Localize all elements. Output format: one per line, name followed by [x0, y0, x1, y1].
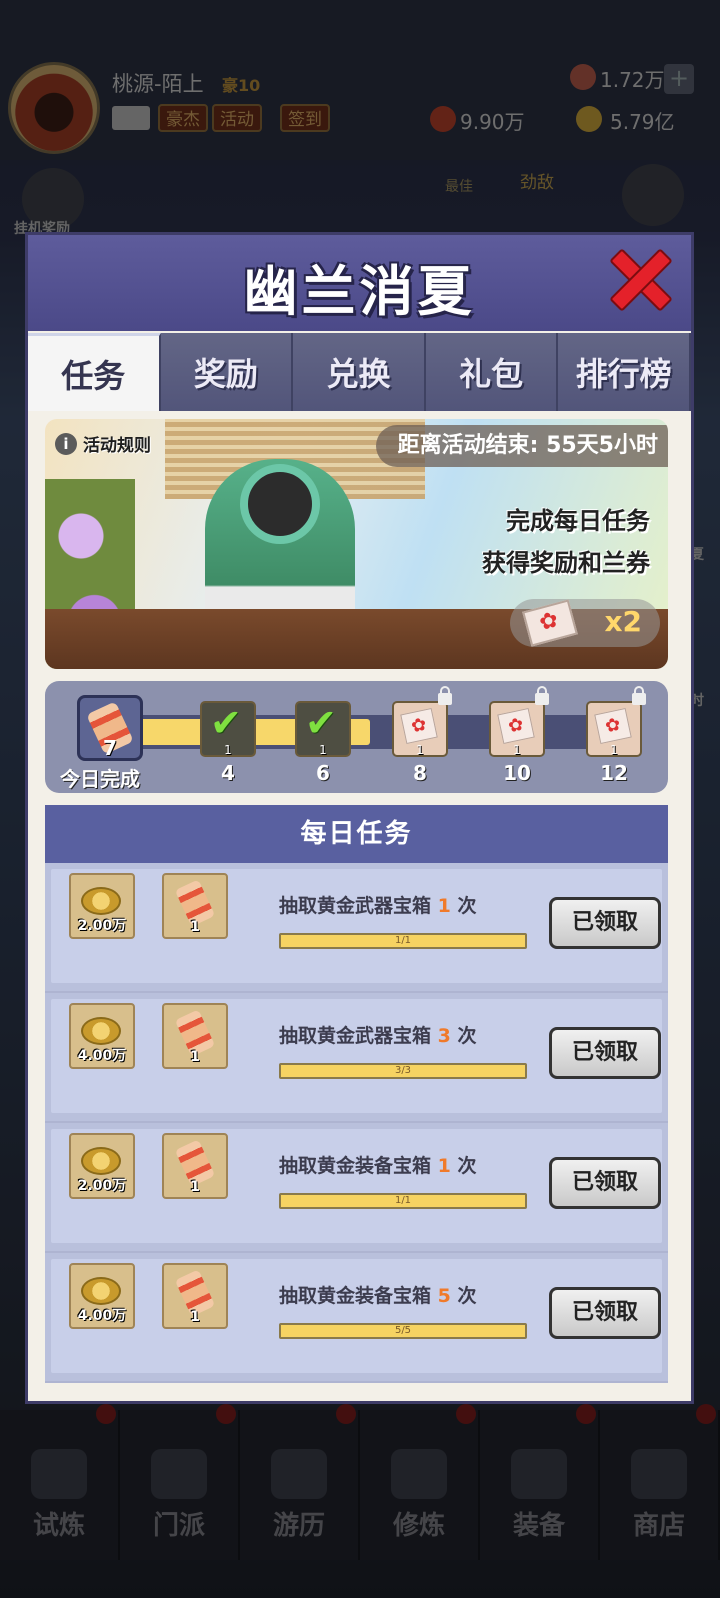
- daily-progress: 7 今日完成 ✔ 1 4 ✔ 1 6 ✿ 1 8 ✿ 1 10 ✿ 1 12: [45, 681, 668, 793]
- orchid-ticket-icon: [522, 599, 578, 647]
- daily-tasks-header: 每日任务: [45, 805, 668, 863]
- coin-icon: [81, 1017, 121, 1045]
- promo-line-1: 完成每日任务: [506, 507, 650, 535]
- scroll-reward[interactable]: 1: [162, 1263, 228, 1329]
- claimed-button[interactable]: 已领取: [549, 897, 661, 949]
- coin-reward[interactable]: 4.00万: [69, 1003, 135, 1069]
- milestone-4[interactable]: ✔ 1: [200, 701, 256, 757]
- tab-gift-pack[interactable]: 礼包: [425, 333, 559, 411]
- coin-icon: [81, 1277, 121, 1305]
- scroll-reward[interactable]: 1: [162, 1003, 228, 1069]
- close-icon[interactable]: [611, 249, 667, 305]
- check-icon: ✔: [305, 701, 337, 745]
- task-progress-bar: 3/3: [279, 1063, 527, 1079]
- claimed-button[interactable]: 已领取: [549, 1287, 661, 1339]
- event-banner: i 活动规则 距离活动结束: 55天5小时 完成每日任务 获得奖励和兰券 x2: [45, 419, 668, 669]
- lock-icon: [535, 686, 549, 705]
- task-title: 抽取黄金装备宝箱 5 次: [279, 1285, 477, 1307]
- task-progress-bar: 1/1: [279, 933, 527, 949]
- coin-reward[interactable]: 2.00万: [69, 873, 135, 939]
- coin-icon: [81, 887, 121, 915]
- task-title: 抽取黄金武器宝箱 3 次: [279, 1025, 477, 1047]
- tab-exchange[interactable]: 兑换: [293, 333, 426, 411]
- task-progress-bar: 1/1: [279, 1193, 527, 1209]
- milestone-label: 6: [316, 761, 330, 785]
- coin-reward[interactable]: 2.00万: [69, 1133, 135, 1199]
- milestone-8[interactable]: ✿ 1: [392, 686, 452, 757]
- milestone-6[interactable]: ✔ 1: [295, 701, 351, 757]
- current-count: 7: [103, 736, 117, 760]
- ticket-multiplier: x2: [604, 605, 642, 638]
- orchid-ticket-bonus: x2: [510, 599, 660, 647]
- milestone-12[interactable]: ✿ 1: [586, 686, 646, 757]
- task-progress-bar: 5/5: [279, 1323, 527, 1339]
- modal-header: 幽兰消夏: [28, 235, 691, 331]
- claimed-button[interactable]: 已领取: [549, 1157, 661, 1209]
- milestone-label: 10: [503, 761, 531, 785]
- task-row: 2.00万 1 抽取黄金武器宝箱 1 次 1/1 已领取: [45, 863, 668, 993]
- character-head: [240, 464, 320, 544]
- rules-button[interactable]: i 活动规则: [55, 431, 151, 456]
- lock-icon: [438, 686, 452, 705]
- task-row: 2.00万 1 抽取黄金装备宝箱 1 次 1/1 已领取: [45, 1123, 668, 1253]
- countdown: 距离活动结束: 55天5小时: [375, 425, 668, 467]
- milestone-label: 12: [600, 761, 628, 785]
- task-title: 抽取黄金装备宝箱 1 次: [279, 1155, 477, 1177]
- milestone-10[interactable]: ✿ 1: [489, 686, 549, 757]
- lock-icon: [632, 686, 646, 705]
- coin-reward[interactable]: 4.00万: [69, 1263, 135, 1329]
- milestone-label: 4: [221, 761, 235, 785]
- milestone-label: 8: [413, 761, 427, 785]
- task-row: 4.00万 1 抽取黄金武器宝箱 3 次 3/3 已领取: [45, 993, 668, 1123]
- modal-title: 幽兰消夏: [243, 260, 476, 323]
- check-icon: ✔: [210, 701, 242, 745]
- task-list: 2.00万 1 抽取黄金武器宝箱 1 次 1/1 已领取 4.00万 1 抽取黄…: [45, 863, 668, 1383]
- task-title: 抽取黄金武器宝箱 1 次: [279, 895, 477, 917]
- today-completed-label: 今日完成: [60, 767, 140, 791]
- coin-icon: [81, 1147, 121, 1175]
- claimed-button[interactable]: 已领取: [549, 1027, 661, 1079]
- event-modal: 幽兰消夏 任务 奖励 兑换 礼包 排行榜 i 活动规则 距离活动结束: 55天5…: [25, 232, 694, 1404]
- tab-tasks[interactable]: 任务: [28, 333, 161, 411]
- scroll-reward[interactable]: 1: [162, 873, 228, 939]
- tab-bar: 任务 奖励 兑换 礼包 排行榜: [28, 333, 691, 411]
- current-progress: 7: [77, 695, 143, 761]
- task-row: 4.00万 1 抽取黄金装备宝箱 5 次 5/5 已领取: [45, 1253, 668, 1383]
- scroll-reward[interactable]: 1: [162, 1133, 228, 1199]
- tab-rewards[interactable]: 奖励: [160, 333, 294, 411]
- info-icon: i: [55, 432, 77, 455]
- rules-label: 活动规则: [83, 436, 151, 456]
- promo-line-2: 获得奖励和兰券: [482, 549, 650, 577]
- tab-ranking[interactable]: 排行榜: [558, 333, 691, 411]
